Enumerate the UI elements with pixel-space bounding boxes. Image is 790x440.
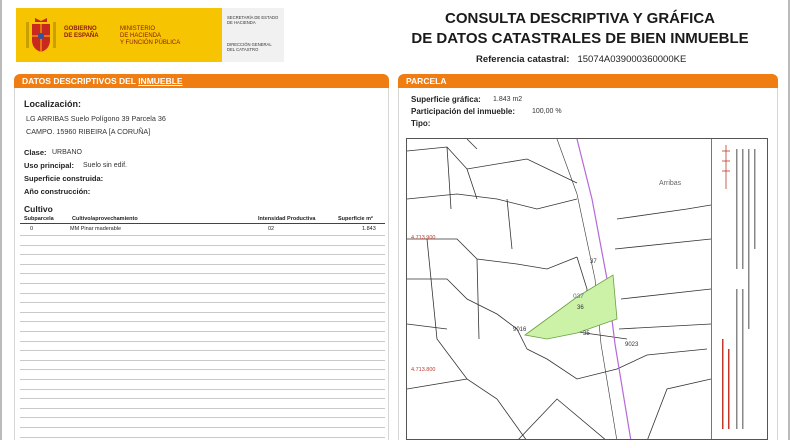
participacion-value: 100,00 % [532, 108, 562, 115]
table-rule-line [20, 379, 385, 380]
location-label: Localización: [24, 99, 82, 109]
table-rule-line [20, 340, 385, 342]
table-rule-line [20, 436, 385, 438]
tipo-label: Tipo: [411, 119, 431, 128]
title-line-1: CONSULTA DESCRIPTIVA Y GRÁFICA [444, 10, 715, 27]
ministry-text: MINISTERIO DE HACIENDA Y FUNCIÓN PÚBLICA [120, 26, 180, 47]
table-rule-line [20, 292, 385, 294]
cultivo-label: Cultivo [24, 204, 53, 214]
table-rule-line [20, 235, 385, 236]
participacion-label: Participación del inmueble: [411, 107, 516, 116]
ministry-line-2: DE HACIENDA [120, 33, 162, 39]
table-rule-line [20, 417, 385, 419]
table-rule-line [20, 369, 385, 371]
superficie-grafica-label: Superficie gráfica: [411, 95, 481, 104]
cadastral-map[interactable]: 4.713.900 4.713.800 Arribas 037 36 37 90… [406, 138, 768, 440]
table-rule-line [20, 311, 385, 313]
bar-highlight: INMUEBLE [138, 76, 183, 86]
secretariat-box: SECRETARÍA DE ESTADO DE HACIENDA DIRECCI… [222, 8, 284, 62]
section-bar-parcel: PARCELA [398, 74, 778, 88]
table-rule-line [20, 254, 385, 256]
coat-of-arms-icon [26, 18, 56, 52]
directorate-line-2: DEL CATASTRO [227, 47, 259, 52]
col-cultivo: Cultivo/aprovechamiento [72, 216, 138, 222]
uso-value: Suelo sin edif. [83, 162, 127, 169]
table-rule-line [20, 263, 385, 265]
map-legend-strip [711, 139, 767, 439]
legend-drawing [722, 145, 756, 429]
parcel-label-37: 37 [590, 259, 597, 265]
ministry-line-3: Y FUNCIÓN PÚBLICA [120, 40, 181, 46]
col-intensidad: Intensidad Productiva [258, 216, 316, 222]
cadastral-reference: Referencia catastral: 15074A039000360000K… [476, 54, 686, 65]
map-drawing: 4.713.900 4.713.800 Arribas 037 36 37 90… [407, 139, 711, 439]
table-rule-line [20, 350, 385, 352]
cell-superficie: 1.843 [362, 226, 376, 232]
table-rule-line [20, 321, 385, 323]
cell-subparcela: 0 [30, 226, 34, 232]
location-line-2: CAMPO. 15960 RIBEIRA [A CORUÑA] [26, 127, 151, 136]
table-header: Subparcela Cultivo/aprovechamiento Inten… [20, 215, 385, 224]
superficie-grafica-value: 1.843 m2 [493, 96, 523, 103]
table-rule-line [20, 359, 385, 361]
parcel-label-35: 35 [583, 331, 590, 337]
table-rule-line [20, 273, 385, 275]
secretariat-line-2: DE HACIENDA [227, 20, 256, 25]
parcel-label-9023: 9023 [625, 342, 639, 348]
ref-label: Referencia catastral: [476, 54, 570, 65]
table-rule-line [20, 331, 385, 332]
location-line-1: LG ARRIBAS Suelo Polígono 39 Parcela 36 [26, 114, 166, 123]
gov-line-1: GOBIERNO [64, 26, 97, 32]
secretariat-text: SECRETARÍA DE ESTADO DE HACIENDA [227, 15, 278, 25]
bar-prefix: DATOS DESCRIPTIVOS DEL [22, 76, 139, 86]
table-rule-line [20, 398, 385, 400]
bar-parcel-label: PARCELA [406, 76, 447, 86]
document-page: GOBIERNO DE ESPAÑA MINISTERIO DE HACIEND… [0, 0, 790, 440]
table-row: 0 MM Pinar maderable 02 1.843 [20, 225, 385, 234]
parcel-label-9016: 9016 [513, 327, 527, 333]
col-subparcela: Subparcela [24, 216, 54, 222]
clase-value: URBANO [52, 149, 82, 156]
gov-line-2: DE ESPAÑA [64, 33, 99, 39]
table-rule-line [20, 388, 385, 390]
table-rule-line [20, 244, 385, 246]
selected-parcel[interactable] [524, 274, 618, 340]
coord-bottom: 4.713.800 [411, 367, 435, 373]
table-rule-line [20, 302, 385, 304]
directorate-text: DIRECCIÓN GENERAL DEL CATASTRO [227, 42, 272, 52]
uso-label: Uso principal: [24, 161, 75, 170]
cultivo-table: Subparcela Cultivo/aprovechamiento Inten… [20, 215, 385, 440]
table-rule-line [20, 283, 385, 284]
place-name: Arribas [659, 180, 682, 187]
cell-intensidad: 02 [268, 226, 275, 232]
parcel-label-037: 037 [573, 293, 584, 300]
ministry-line-1: MINISTERIO [120, 26, 156, 32]
cell-cultivo: MM Pinar maderable [70, 226, 122, 232]
table-rule-line [20, 407, 385, 409]
anio-construccion-label: Año construcción: [24, 187, 91, 196]
col-superficie: Superficie m² [338, 216, 373, 222]
gov-text: GOBIERNO DE ESPAÑA [64, 26, 99, 40]
coord-top: 4.713.900 [411, 235, 435, 241]
section-bar-descriptive: DATOS DESCRIPTIVOS DEL INMUEBLE [14, 74, 389, 88]
government-logo: GOBIERNO DE ESPAÑA MINISTERIO DE HACIEND… [16, 8, 222, 62]
ref-value: 15074A039000360000KE [577, 54, 687, 65]
table-rule-line [20, 427, 385, 428]
document-title: CONSULTA DESCRIPTIVA Y GRÁFICA DE DATOS … [392, 9, 768, 49]
parcel-label-36: 36 [577, 305, 584, 311]
superficie-construida-label: Superficie construida: [24, 174, 104, 183]
title-line-2: DE DATOS CATASTRALES DE BIEN INMUEBLE [411, 30, 749, 47]
clase-label: Clase: [24, 148, 47, 157]
